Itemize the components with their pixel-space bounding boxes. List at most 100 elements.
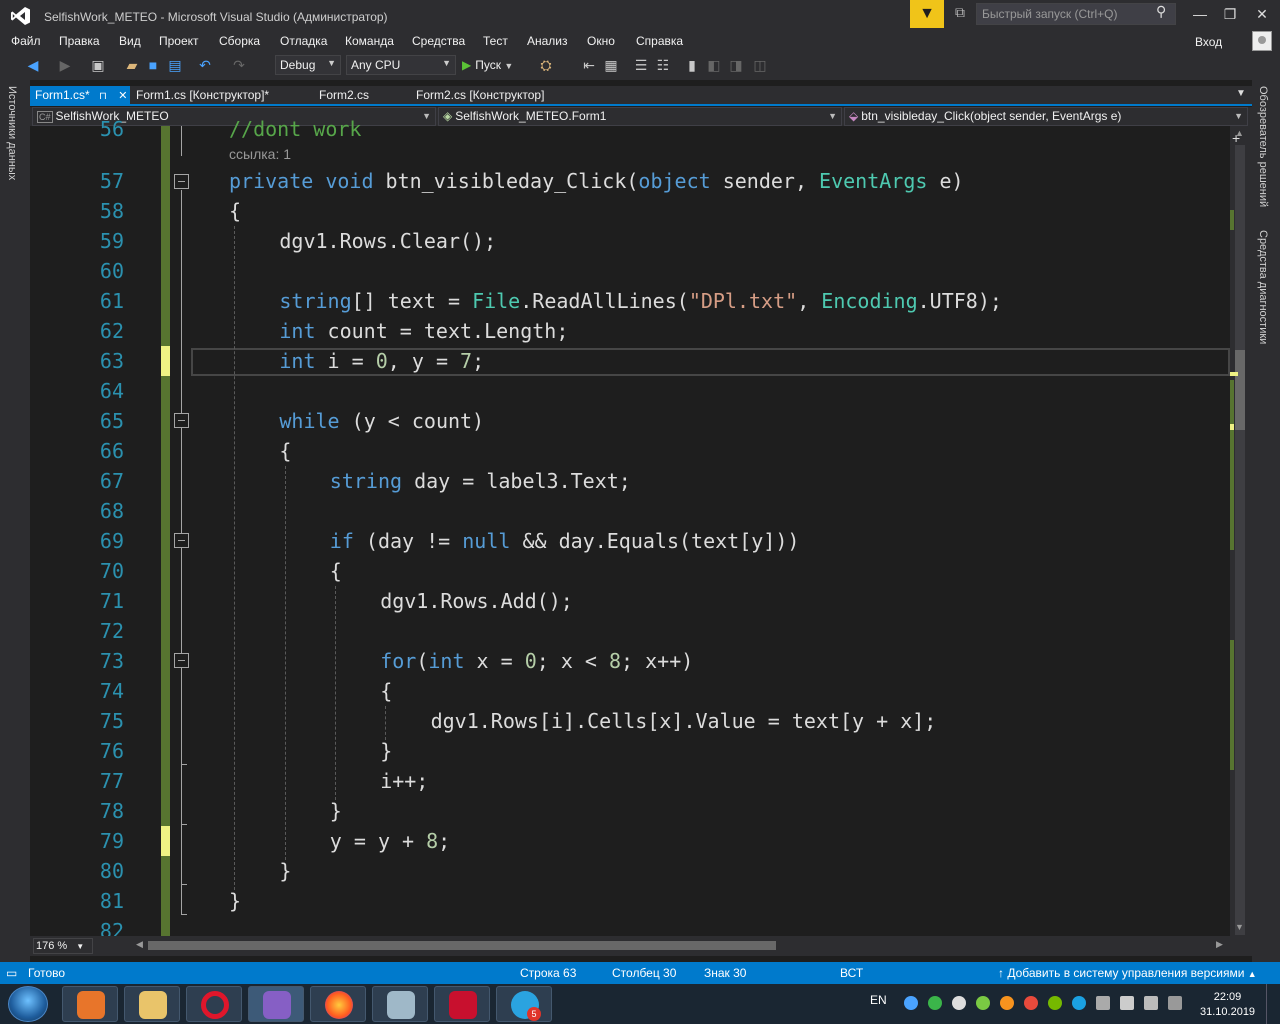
menu-build[interactable]: Сборка [219, 34, 260, 48]
menu-debug[interactable]: Отладка [280, 34, 327, 48]
tray-edge-icon[interactable] [928, 996, 942, 1010]
taskbar-explorer[interactable] [124, 986, 180, 1022]
save-icon[interactable]: ■ [144, 55, 162, 75]
tray-volume-icon[interactable] [1144, 996, 1158, 1010]
new-project-icon[interactable]: ▣ [88, 55, 108, 75]
taskbar-firefox[interactable] [310, 986, 366, 1022]
menu-edit[interactable]: Правка [59, 34, 100, 48]
close-button[interactable]: ✕ [1246, 0, 1278, 28]
start-button[interactable]: ▶ Пуск ▼ [462, 55, 513, 75]
platform-value: Any CPU [351, 58, 401, 72]
source-control-button[interactable]: ↑ Добавить в систему управления версиями… [998, 966, 1257, 980]
diagnostic-tools-tab[interactable]: Средства диагностики [1257, 230, 1269, 344]
menu-help[interactable]: Справка [636, 34, 683, 48]
split-editor-icon[interactable]: + [1232, 130, 1240, 146]
scroll-down-icon[interactable]: ▼ [1235, 922, 1244, 932]
menu-tools[interactable]: Средства [412, 34, 465, 48]
tray-flag-icon[interactable] [1120, 996, 1134, 1010]
code-line: while (y < count) [279, 409, 485, 433]
tray-network-icon[interactable] [904, 996, 918, 1010]
open-folder-icon[interactable]: ▰ [122, 55, 142, 75]
step-icon[interactable]: ⇤ [580, 55, 598, 75]
taskbar-visual-studio[interactable] [248, 986, 304, 1022]
bookmark-icon[interactable]: ▮ [684, 55, 700, 75]
pin-icon[interactable]: ⊓ [99, 91, 107, 102]
format-icon[interactable]: ▦ [602, 55, 620, 75]
sign-in-link[interactable]: Вход [1195, 35, 1222, 49]
restore-button[interactable]: ❐ [1214, 0, 1246, 28]
tab-form2-designer[interactable]: Form2.cs [Конструктор] [411, 86, 544, 105]
member-name: btn_visibleday_Click(object sender, Even… [861, 109, 1122, 123]
tray-wifi-icon[interactable] [1168, 996, 1182, 1010]
collapse-for-icon[interactable] [174, 653, 189, 668]
menu-view[interactable]: Вид [119, 34, 141, 48]
avatar-icon[interactable] [1252, 31, 1272, 51]
menu-file[interactable]: Файл [11, 34, 41, 48]
outline-end [181, 884, 187, 885]
zoom-select[interactable]: 176 % ▼ [33, 938, 93, 954]
menu-project[interactable]: Проект [159, 34, 199, 48]
tray-settings-icon[interactable] [1000, 996, 1014, 1010]
horizontal-scrollbar-thumb[interactable] [148, 941, 776, 950]
minimize-button[interactable]: — [1184, 0, 1216, 28]
tab-form1-cs[interactable]: Form1.cs* ⊓ ✕ [30, 86, 130, 105]
scrollbar-track[interactable] [1235, 145, 1245, 935]
solution-explorer-tab[interactable]: Обозреватель решений [1257, 86, 1269, 207]
forward-icon[interactable]: ▶ [56, 55, 74, 75]
line-number: 81 [99, 889, 124, 913]
scroll-left-icon[interactable]: ◀ [136, 939, 143, 950]
taskbar-pdf-reader[interactable] [434, 986, 490, 1022]
line-number: 56 [99, 117, 124, 141]
taskbar-telegram[interactable]: 5 [496, 986, 552, 1022]
redo-icon[interactable]: ↷ [230, 55, 248, 75]
scrollbar-thumb[interactable] [1235, 350, 1245, 430]
clear-bookmarks-icon[interactable]: ◫ [752, 55, 768, 75]
feedback-icon[interactable]: ⧉ [950, 4, 970, 24]
filter-icon[interactable]: ▼ [910, 0, 944, 28]
menu-window[interactable]: Окно [587, 34, 615, 48]
comment-icon[interactable]: ☰ [632, 55, 650, 75]
collapse-if-icon[interactable] [174, 533, 189, 548]
prev-bookmark-icon[interactable]: ◧ [706, 55, 722, 75]
tab-form1-designer[interactable]: Form1.cs [Конструктор]* [131, 86, 269, 105]
menu-team[interactable]: Команда [345, 34, 394, 48]
undo-icon[interactable]: ↶ [196, 55, 214, 75]
close-icon[interactable]: ✕ [118, 90, 127, 102]
input-language[interactable]: EN [870, 993, 887, 1007]
back-icon[interactable]: ◀ [22, 55, 44, 75]
line-number: 65 [99, 409, 124, 433]
taskbar-media-player[interactable] [62, 986, 118, 1022]
tray-nvidia-icon[interactable] [1048, 996, 1062, 1010]
menu-test[interactable]: Тест [483, 34, 508, 48]
start-button[interactable] [8, 986, 48, 1022]
tray-app-icon[interactable] [952, 996, 966, 1010]
chevron-down-icon: ▼ [76, 942, 85, 951]
tab-form2-cs[interactable]: Form2.cs [314, 86, 369, 105]
next-bookmark-icon[interactable]: ◨ [728, 55, 744, 75]
tray-speaker-icon[interactable] [1096, 996, 1110, 1010]
tray-check-icon[interactable] [976, 996, 990, 1010]
taskbar-clock[interactable]: 22:09 31.10.2019 [1200, 990, 1255, 1020]
tray-security-icon[interactable] [1024, 996, 1038, 1010]
tray-bluetooth-icon[interactable] [1072, 996, 1086, 1010]
menu-analyze[interactable]: Анализ [527, 34, 568, 48]
class-dropdown[interactable]: ◈ SelfishWork_METEO.Form1 ▼ [438, 107, 842, 126]
data-sources-tab[interactable]: Источники данных [6, 86, 18, 180]
collapse-method-icon[interactable] [174, 174, 189, 189]
taskbar-notes[interactable] [372, 986, 428, 1022]
tabs-dropdown-icon[interactable]: ▼ [1236, 88, 1246, 99]
platform-select[interactable]: Any CPU ▼ [346, 55, 456, 75]
scroll-right-icon[interactable]: ▶ [1216, 939, 1223, 950]
taskbar-opera[interactable] [186, 986, 242, 1022]
quick-launch-input[interactable]: Быстрый запуск (Ctrl+Q) [976, 3, 1176, 25]
uncomment-icon[interactable]: ☷ [654, 55, 672, 75]
save-all-icon[interactable]: ▤ [166, 55, 184, 75]
member-dropdown[interactable]: ⬙ btn_visibleday_Click(object sender, Eve… [844, 107, 1248, 126]
line-number: 61 [99, 289, 124, 313]
collapse-while-icon[interactable] [174, 413, 189, 428]
show-desktop-button[interactable] [1266, 984, 1280, 1024]
browser-link-icon[interactable]: ⛭ [536, 55, 556, 75]
codelens-references-link[interactable]: ссылка: 1 [229, 146, 291, 162]
search-icon[interactable]: ⚲ [1156, 3, 1166, 20]
configuration-select[interactable]: Debug ▼ [275, 55, 341, 75]
